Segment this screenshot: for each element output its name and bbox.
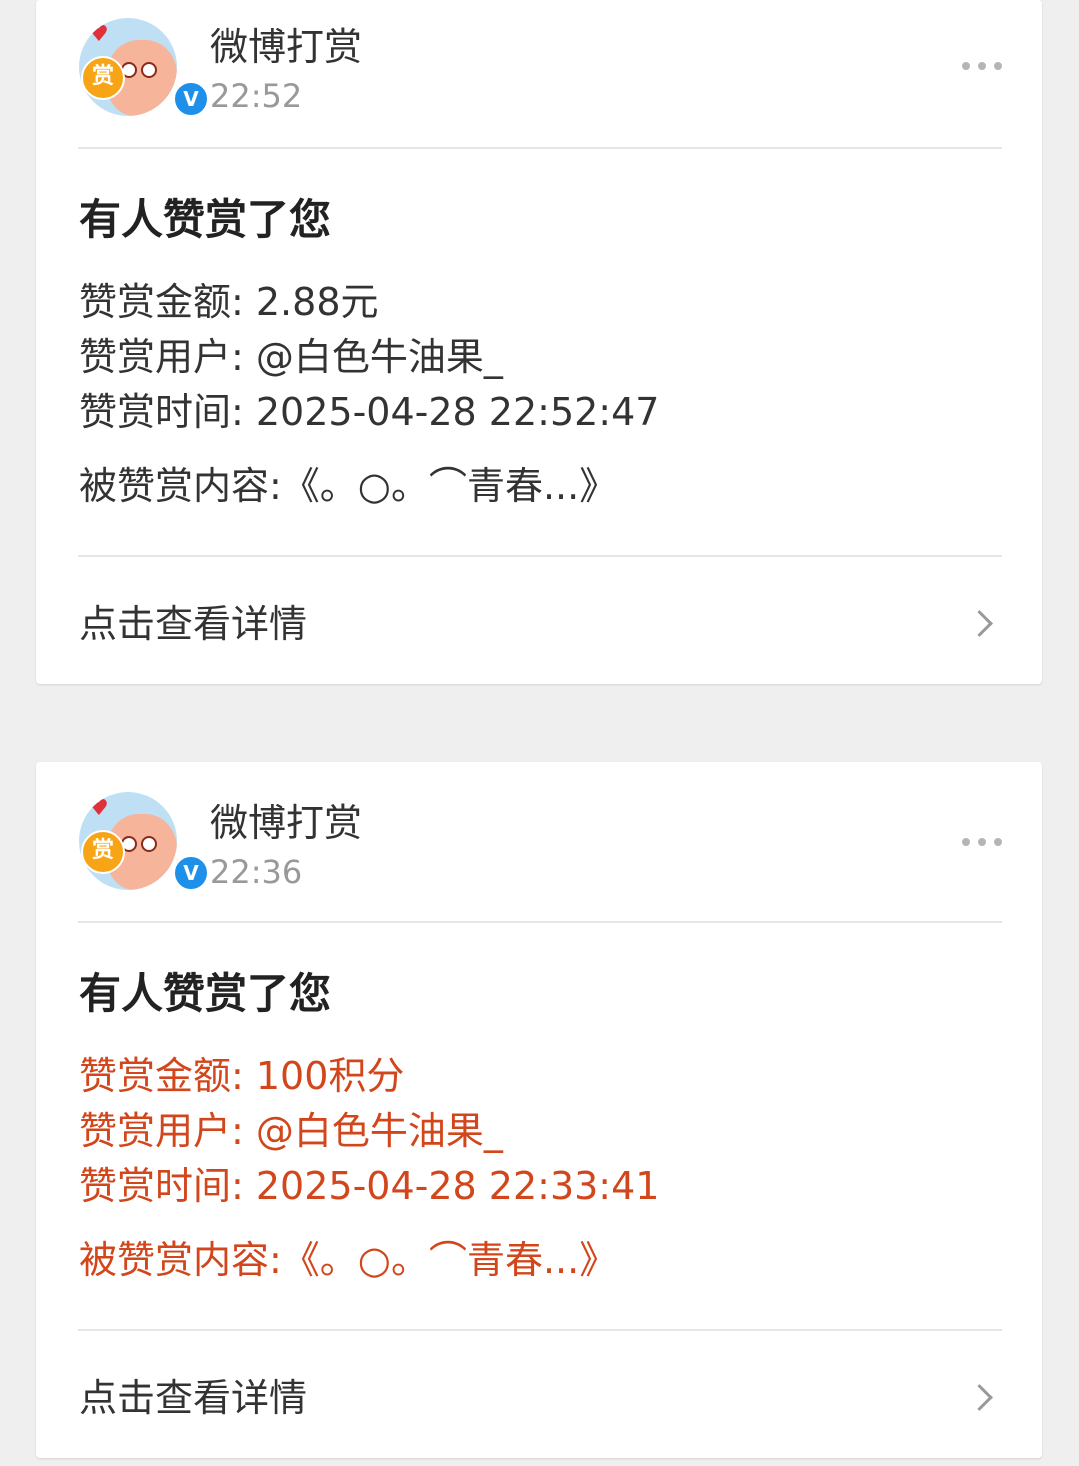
more-dots-icon[interactable] — [962, 838, 1002, 848]
verified-badge-icon: V — [172, 80, 210, 118]
chevron-right-icon[interactable] — [966, 1384, 993, 1411]
divider — [78, 555, 1002, 557]
card-header: ♥ 赏 V 微博打赏 22:36 — [36, 762, 1042, 910]
rewarded-content: 被赞赏内容:《。○。⌒青春...》 — [79, 1238, 618, 1282]
card-header: ♥ 赏 V 微博打赏 22:52 — [36, 0, 1042, 148]
message-time: 22:52 — [210, 77, 303, 115]
view-details-link[interactable]: 点击查看详情 — [79, 1372, 307, 1424]
heart-icon: ♥ — [89, 22, 109, 47]
sender-name[interactable]: 微博打赏 — [210, 798, 362, 848]
divider — [78, 147, 1002, 149]
message-time: 22:36 — [210, 853, 303, 891]
reward-amount: 赞赏金额: 2.88元 — [79, 280, 379, 324]
notification-card-1: ♥ 赏 V 微博打赏 22:52 有人赞赏了您 赞赏金额: 2.88元 赞赏用户… — [36, 0, 1042, 684]
avatar-eye — [141, 836, 157, 852]
divider — [78, 921, 1002, 923]
heart-icon: ♥ — [89, 796, 109, 821]
reward-user: 赞赏用户: @白色牛油果_ — [79, 335, 503, 379]
more-dots-icon[interactable] — [962, 62, 1002, 72]
notification-card-2: ♥ 赏 V 微博打赏 22:36 有人赞赏了您 赞赏金额: 100积分 赞赏用户… — [36, 762, 1042, 1458]
reward-badge-icon: 赏 — [81, 830, 125, 874]
message-title: 有人赞赏了您 — [79, 195, 332, 244]
reward-time: 赞赏时间: 2025-04-28 22:52:47 — [79, 390, 660, 434]
divider — [78, 1329, 1002, 1331]
chevron-right-icon[interactable] — [966, 610, 993, 637]
rewarded-content: 被赞赏内容:《。○。⌒青春...》 — [79, 464, 618, 508]
sender-name[interactable]: 微博打赏 — [210, 22, 362, 72]
message-title: 有人赞赏了您 — [79, 969, 332, 1018]
reward-user: 赞赏用户: @白色牛油果_ — [79, 1109, 503, 1153]
reward-time: 赞赏时间: 2025-04-28 22:33:41 — [79, 1164, 660, 1208]
reward-amount: 赞赏金额: 100积分 — [79, 1054, 405, 1098]
avatar[interactable]: ♥ 赏 — [79, 792, 177, 890]
verified-badge-icon: V — [172, 854, 210, 892]
avatar-eye — [141, 62, 157, 78]
avatar[interactable]: ♥ 赏 — [79, 18, 177, 116]
view-details-link[interactable]: 点击查看详情 — [79, 598, 307, 650]
reward-badge-icon: 赏 — [81, 56, 125, 100]
